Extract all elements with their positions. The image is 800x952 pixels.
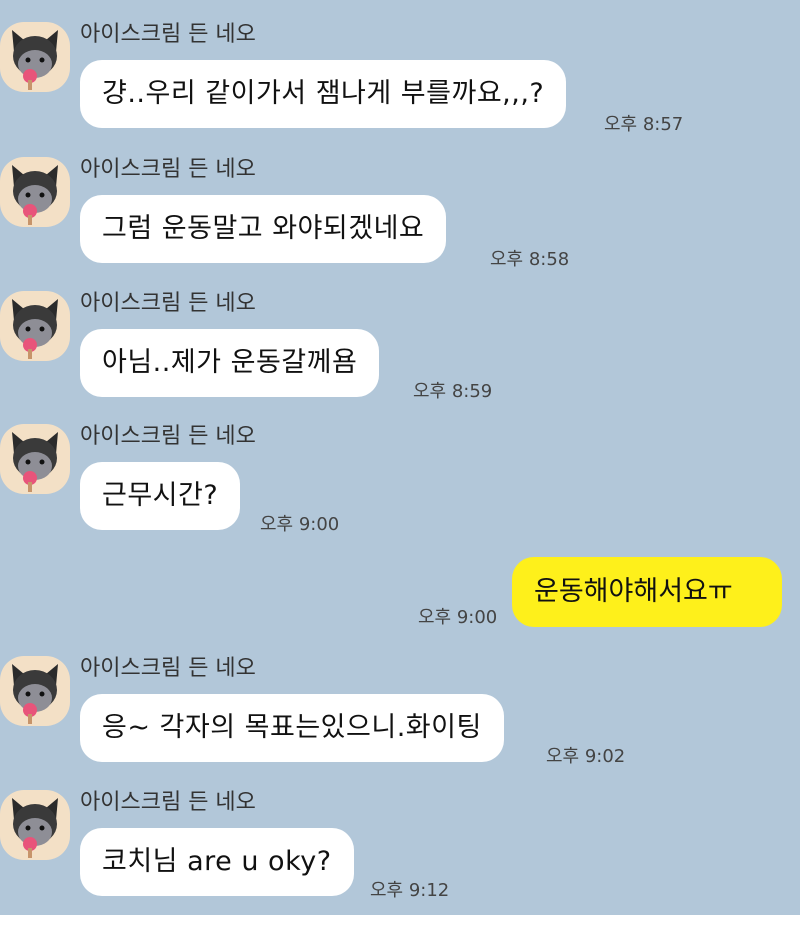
message-time: 오후 9:00: [260, 514, 340, 535]
message-bubble[interactable]: 아님..제가 운동갈께욤: [80, 329, 380, 397]
message-time: 오후 8:57: [604, 114, 684, 135]
sender-avatar[interactable]: [0, 790, 70, 860]
message-time: 오후 9:02: [546, 746, 626, 767]
sender-avatar[interactable]: [0, 656, 70, 726]
message-bubble[interactable]: 응~ 각자의 목표는있으니.화이팅: [80, 694, 504, 762]
message-bubble[interactable]: 근무시간?: [80, 462, 241, 530]
neo-character-icon: [12, 432, 58, 492]
sender-name: 아이스크림 든 네오: [80, 790, 256, 815]
message-bubble[interactable]: 코치님 are u oky?: [80, 828, 354, 896]
neo-character-icon: [12, 664, 58, 724]
sender-name: 아이스크림 든 네오: [80, 291, 256, 316]
message-bubble[interactable]: 그럼 운동말고 와야되겠네요: [80, 195, 447, 263]
message-time: 오후 9:00: [418, 607, 498, 628]
sender-name: 아이스크림 든 네오: [80, 424, 256, 449]
neo-character-icon: [12, 30, 58, 90]
neo-character-icon: [12, 165, 58, 225]
sender-avatar[interactable]: [0, 424, 70, 494]
sender-name: 아이스크림 든 네오: [80, 22, 256, 47]
message-bubble-own[interactable]: 운동해야해서요ㅠ: [512, 557, 782, 627]
chat-message-list[interactable]: 아이스크림 든 네오 걍..우리 같이가서 잼나게 부를까요,,,? 오후 8:…: [0, 0, 800, 952]
sender-name: 아이스크림 든 네오: [80, 656, 256, 681]
message-time: 오후 8:58: [490, 249, 570, 270]
message-time: 오후 9:12: [370, 880, 450, 901]
neo-character-icon: [12, 299, 58, 359]
message-bubble[interactable]: 걍..우리 같이가서 잼나게 부를까요,,,?: [80, 60, 567, 128]
message-time: 오후 8:59: [413, 381, 493, 402]
sender-avatar[interactable]: [0, 22, 70, 92]
sender-avatar[interactable]: [0, 291, 70, 361]
input-area-edge: [0, 915, 800, 952]
neo-character-icon: [12, 798, 58, 858]
sender-avatar[interactable]: [0, 157, 70, 227]
sender-name: 아이스크림 든 네오: [80, 157, 256, 182]
